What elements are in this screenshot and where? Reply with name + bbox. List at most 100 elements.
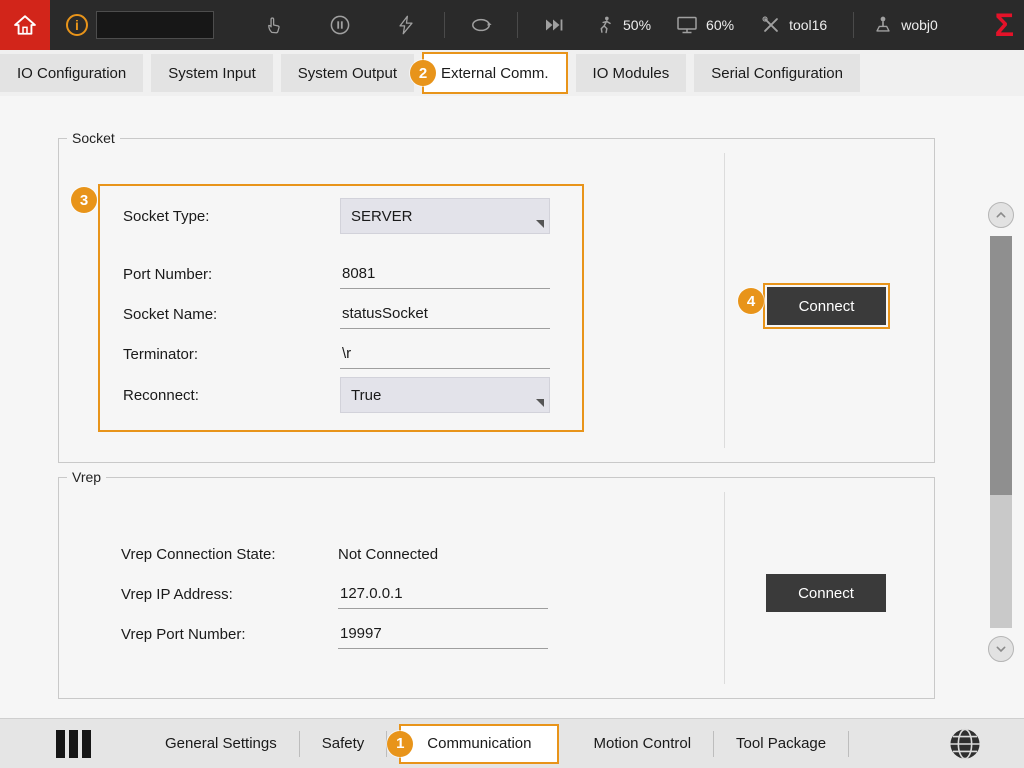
tab-label: System Output [298, 65, 397, 82]
vrep-ip-row: Vrep IP Address: [121, 578, 548, 610]
step-forward-icon [542, 13, 566, 37]
speed-value: 50% [623, 17, 651, 33]
message-field[interactable] [96, 11, 214, 39]
dropdown-arrow-icon [536, 399, 544, 407]
loop-run-button[interactable] [469, 13, 493, 37]
vrep-groupbox: Vrep Vrep Connection State: Not Connecte… [58, 477, 935, 699]
columns-menu-icon[interactable] [56, 730, 91, 758]
power-button[interactable] [394, 13, 418, 37]
tab-label: System Input [168, 65, 256, 82]
monitor-icon [675, 13, 699, 37]
language-button[interactable] [946, 725, 984, 763]
pause-button[interactable] [328, 13, 352, 37]
nav-tool-package[interactable]: Tool Package [714, 735, 848, 752]
port-number-row: Port Number: [123, 258, 560, 290]
scrollbar[interactable] [988, 202, 1014, 662]
socket-name-input[interactable] [340, 299, 550, 329]
vrep-state-label: Vrep Connection State: [121, 546, 338, 563]
vrep-legend: Vrep [67, 469, 106, 485]
reconnect-select[interactable]: True [340, 377, 550, 413]
dropdown-arrow-icon [536, 220, 544, 228]
socket-type-select[interactable]: SERVER [340, 198, 550, 234]
tab-system-output[interactable]: System Output [281, 54, 414, 92]
chevron-up-icon [993, 207, 1009, 223]
port-number-label: Port Number: [123, 266, 340, 283]
vrep-ip-input[interactable] [338, 579, 548, 609]
tab-system-input[interactable]: System Input [151, 54, 273, 92]
wrench-icon [760, 14, 782, 36]
bottom-navbar: General Settings Safety 1 Communication … [0, 718, 1024, 768]
bolt-icon [395, 14, 417, 36]
groupbox-divider [724, 153, 725, 448]
nav-safety[interactable]: Safety [300, 735, 387, 752]
tab-io-configuration[interactable]: IO Configuration [0, 54, 143, 92]
nav-motion-control[interactable]: Motion Control [571, 735, 713, 752]
tab-label: IO Modules [593, 65, 670, 82]
speed-indicator[interactable]: 50% [594, 14, 651, 36]
terminator-label: Terminator: [123, 346, 340, 363]
hand-icon [263, 14, 285, 36]
reconnect-label: Reconnect: [123, 387, 340, 404]
info-icon: i [66, 14, 88, 36]
step-badge-2: 2 [410, 60, 436, 86]
socket-type-label: Socket Type: [123, 208, 340, 225]
runner-icon [594, 14, 616, 36]
socket-type-row: Socket Type: SERVER [123, 198, 560, 234]
tab-label: IO Configuration [17, 65, 126, 82]
terminator-input[interactable] [340, 339, 550, 369]
scrollbar-thumb[interactable] [990, 236, 1012, 495]
nav-communication[interactable]: 1 Communication [399, 724, 559, 764]
vrep-connect-button[interactable]: Connect [766, 574, 886, 612]
nav-label: Communication [427, 735, 531, 752]
vrep-port-row: Vrep Port Number: [121, 618, 548, 650]
chevron-down-icon [993, 641, 1009, 657]
toolbar-divider [444, 12, 445, 38]
tab-label: External Comm. [441, 65, 549, 82]
vrep-port-label: Vrep Port Number: [121, 626, 338, 643]
socket-type-value: SERVER [351, 208, 412, 225]
joystick-icon [872, 14, 894, 36]
home-button[interactable] [0, 0, 50, 50]
socket-groupbox: Socket 3 Socket Type: SERVER Port Number… [58, 138, 935, 463]
tab-serial-configuration[interactable]: Serial Configuration [694, 54, 860, 92]
step-badge-4: 4 [738, 288, 764, 314]
nav-general-settings[interactable]: General Settings [143, 735, 299, 752]
scroll-down-button[interactable] [988, 636, 1014, 662]
tool-value: tool16 [789, 17, 827, 33]
vrep-state-row: Vrep Connection State: Not Connected [121, 540, 438, 568]
scroll-up-button[interactable] [988, 202, 1014, 228]
toolbar-divider [517, 12, 518, 38]
loop-icon [469, 12, 493, 38]
brand-logo: Σ [995, 9, 1014, 41]
monitor-value: 60% [706, 17, 734, 33]
tab-external-comm[interactable]: 2 External Comm. [422, 52, 568, 94]
config-tabbar: IO Configuration System Input System Out… [0, 50, 1024, 96]
reconnect-row: Reconnect: True [123, 377, 560, 413]
socket-connect-button[interactable]: Connect [767, 287, 886, 325]
tool-selector[interactable]: tool16 [760, 14, 827, 36]
vrep-port-input[interactable] [338, 619, 548, 649]
monitor-indicator[interactable]: 60% [675, 13, 734, 37]
reconnect-value: True [351, 387, 381, 404]
hand-guide-button[interactable] [262, 13, 286, 37]
step-badge-3: 3 [71, 187, 97, 213]
navbar-divider [848, 731, 849, 757]
tab-label: Serial Configuration [711, 65, 843, 82]
scrollbar-track[interactable] [990, 236, 1012, 628]
pendant-screen: i [0, 0, 1024, 768]
groupbox-divider [724, 492, 725, 684]
step-forward-button[interactable] [542, 13, 566, 37]
step-badge-1: 1 [387, 731, 413, 757]
tab-io-modules[interactable]: IO Modules [576, 54, 687, 92]
vrep-ip-label: Vrep IP Address: [121, 586, 338, 603]
port-number-input[interactable] [340, 259, 550, 289]
pause-icon [328, 13, 352, 37]
wobj-selector[interactable]: wobj0 [872, 14, 938, 36]
globe-icon [946, 725, 984, 763]
socket-form-highlight: 3 Socket Type: SERVER Port Number: Socke… [98, 184, 584, 432]
socket-legend: Socket [67, 130, 120, 146]
home-icon [11, 11, 39, 39]
wobj-value: wobj0 [901, 17, 938, 33]
terminator-row: Terminator: [123, 338, 560, 370]
vrep-state-value: Not Connected [338, 546, 438, 563]
